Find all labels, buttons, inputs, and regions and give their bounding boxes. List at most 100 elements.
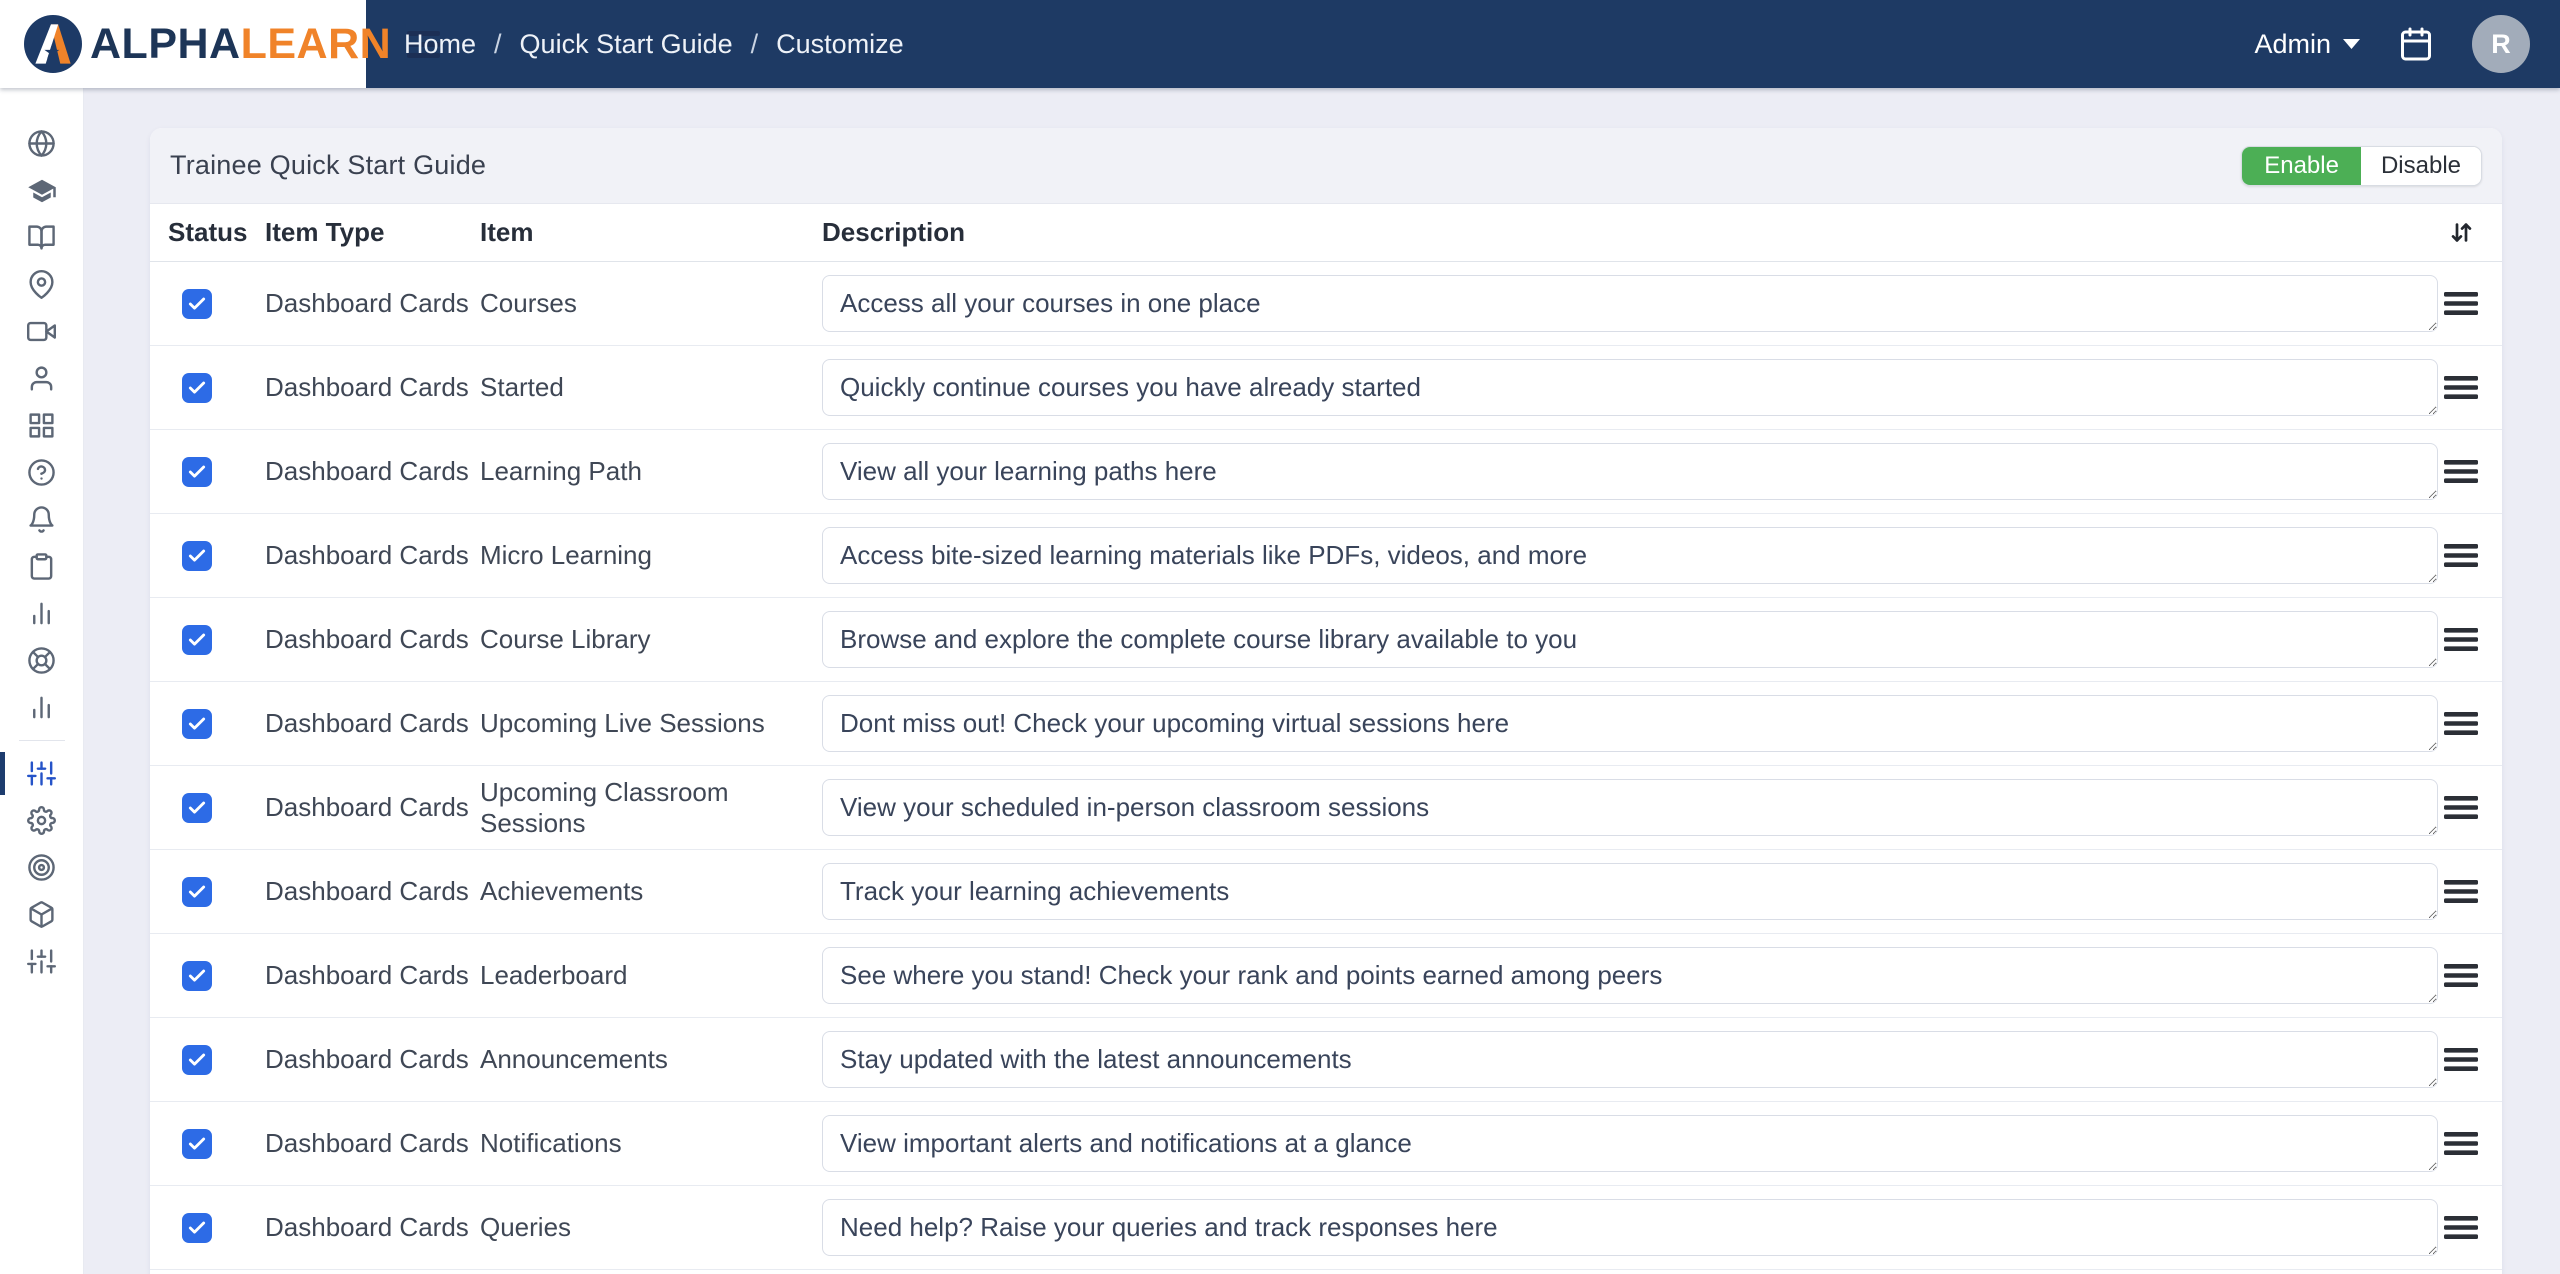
table-row-partial xyxy=(150,1270,2502,1274)
sidebar-item-settings-gear-icon[interactable] xyxy=(0,797,84,844)
admin-dropdown[interactable]: Admin xyxy=(2254,29,2360,60)
status-cell xyxy=(168,792,265,823)
sidebar-item-bar-chart-icon[interactable] xyxy=(0,590,84,637)
brand-wordmark: ALPHALEARN xyxy=(90,19,392,68)
item-type-cell: Dashboard Cards xyxy=(265,540,469,570)
description-input[interactable] xyxy=(822,695,2438,752)
drag-handle-icon[interactable] xyxy=(2444,1214,2478,1241)
sidebar-item-bell-icon[interactable] xyxy=(0,496,84,543)
sidebar-item-package-icon[interactable] xyxy=(0,891,84,938)
description-input[interactable] xyxy=(822,275,2438,332)
sidebar-item-target-icon[interactable] xyxy=(0,844,84,891)
item-type-cell: Dashboard Cards xyxy=(265,288,469,318)
drag-handle-icon[interactable] xyxy=(2444,542,2478,569)
enable-disable-toggle: Enable Disable xyxy=(2241,145,2482,186)
drag-handle-icon[interactable] xyxy=(2444,1046,2478,1073)
sidebar xyxy=(0,88,84,1274)
sidebar-item-graduation-cap-icon[interactable] xyxy=(0,167,84,214)
item-type-cell: Dashboard Cards xyxy=(265,792,469,822)
disable-button[interactable]: Disable xyxy=(2360,146,2481,185)
column-header-status: Status xyxy=(168,217,248,247)
table-row: Dashboard Cards Achievements xyxy=(150,850,2502,934)
status-checkbox[interactable] xyxy=(182,708,212,739)
status-checkbox[interactable] xyxy=(182,1128,212,1159)
description-input[interactable] xyxy=(822,1031,2438,1088)
item-type-cell: Dashboard Cards xyxy=(265,456,469,486)
sidebar-item-globe-icon[interactable] xyxy=(0,120,84,167)
status-cell xyxy=(168,708,265,739)
status-checkbox[interactable] xyxy=(182,288,212,319)
status-checkbox[interactable] xyxy=(182,1212,212,1243)
page-title: Trainee Quick Start Guide xyxy=(170,150,487,180)
drag-handle-icon[interactable] xyxy=(2444,290,2478,317)
table-body: Dashboard Cards Courses Dashboard Cards … xyxy=(150,262,2502,1274)
sidebar-item-video-camera-icon[interactable] xyxy=(0,308,84,355)
sort-arrows-icon[interactable] xyxy=(2448,219,2475,246)
description-cell xyxy=(822,863,2438,920)
sidebar-item-sliders-icon[interactable] xyxy=(0,750,84,797)
breadcrumb-quick-start-guide[interactable]: Quick Start Guide xyxy=(520,29,733,60)
drag-handle-icon[interactable] xyxy=(2444,794,2478,821)
item-cell: Upcoming Live Sessions xyxy=(480,708,765,738)
calendar-icon[interactable] xyxy=(2398,26,2434,62)
sidebar-item-sliders-2-icon[interactable] xyxy=(0,938,84,985)
svg-text:★: ★ xyxy=(43,42,61,64)
status-checkbox[interactable] xyxy=(182,1044,212,1075)
table-header-row: Status Item Type Item Description xyxy=(150,204,2502,262)
sidebar-item-bar-chart-2-icon[interactable] xyxy=(0,684,84,731)
drag-handle-icon[interactable] xyxy=(2444,458,2478,485)
sidebar-item-help-circle-icon[interactable] xyxy=(0,449,84,496)
drag-handle-icon[interactable] xyxy=(2444,962,2478,989)
status-checkbox[interactable] xyxy=(182,540,212,571)
description-input[interactable] xyxy=(822,359,2438,416)
admin-label: Admin xyxy=(2254,28,2331,59)
table-row: Dashboard Cards Upcoming Classroom Sessi… xyxy=(150,766,2502,850)
status-checkbox[interactable] xyxy=(182,456,212,487)
sidebar-item-map-pin-icon[interactable] xyxy=(0,261,84,308)
description-input[interactable] xyxy=(822,863,2438,920)
sidebar-item-open-book-icon[interactable] xyxy=(0,214,84,261)
sidebar-item-grid-icon[interactable] xyxy=(0,402,84,449)
drag-handle-icon[interactable] xyxy=(2444,1130,2478,1157)
status-checkbox[interactable] xyxy=(182,372,212,403)
item-cell: Leaderboard xyxy=(480,960,628,990)
item-cell: Courses xyxy=(480,288,577,318)
table-row: Dashboard Cards Course Library xyxy=(150,598,2502,682)
description-input[interactable] xyxy=(822,527,2438,584)
status-checkbox[interactable] xyxy=(182,792,212,823)
item-type-cell: Dashboard Cards xyxy=(265,1044,469,1074)
table-row: Dashboard Cards Learning Path xyxy=(150,430,2502,514)
description-input[interactable] xyxy=(822,779,2438,836)
breadcrumb-customize[interactable]: Customize xyxy=(776,29,904,60)
main-content: Trainee Quick Start Guide Enable Disable… xyxy=(84,88,2560,1274)
item-cell: Started xyxy=(480,372,564,402)
breadcrumb-home[interactable]: Home xyxy=(404,29,476,60)
status-cell xyxy=(168,456,265,487)
description-input[interactable] xyxy=(822,947,2438,1004)
item-cell: Micro Learning xyxy=(480,540,652,570)
sidebar-item-life-buoy-icon[interactable] xyxy=(0,637,84,684)
drag-handle-icon[interactable] xyxy=(2444,626,2478,653)
drag-handle-icon[interactable] xyxy=(2444,374,2478,401)
description-input[interactable] xyxy=(822,1115,2438,1172)
status-cell xyxy=(168,540,265,571)
enable-button[interactable]: Enable xyxy=(2242,146,2361,185)
status-checkbox[interactable] xyxy=(182,624,212,655)
drag-handle-icon[interactable] xyxy=(2444,710,2478,737)
user-avatar[interactable]: R xyxy=(2472,15,2530,73)
sidebar-item-user-icon[interactable] xyxy=(0,355,84,402)
brand: ★ ALPHALEARN xyxy=(0,0,441,88)
item-cell: Course Library xyxy=(480,624,651,654)
status-checkbox[interactable] xyxy=(182,960,212,991)
description-input[interactable] xyxy=(822,443,2438,500)
description-input[interactable] xyxy=(822,1199,2438,1256)
description-input[interactable] xyxy=(822,611,2438,668)
status-checkbox[interactable] xyxy=(182,876,212,907)
status-cell xyxy=(168,1044,265,1075)
column-header-item-type: Item Type xyxy=(265,217,385,247)
description-cell xyxy=(822,947,2438,1004)
status-cell xyxy=(168,288,265,319)
card-header: Trainee Quick Start Guide Enable Disable xyxy=(150,128,2502,204)
sidebar-item-clipboard-icon[interactable] xyxy=(0,543,84,590)
drag-handle-icon[interactable] xyxy=(2444,878,2478,905)
